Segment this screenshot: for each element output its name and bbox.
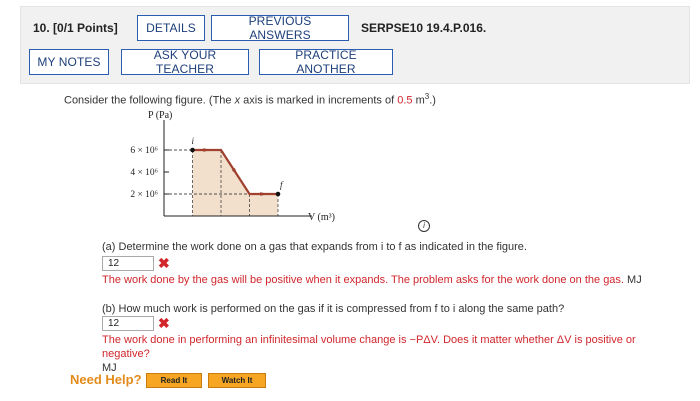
y-axis-label: P (Pa) <box>148 110 172 121</box>
point-i-label: i <box>192 136 195 146</box>
previous-answers-button[interactable]: PREVIOUS ANSWERS <box>211 14 349 42</box>
part-a-feedback: The work done by the gas will be positiv… <box>102 274 642 286</box>
part-b-feedback: The work done in performing an infinites… <box>102 334 636 374</box>
part-a-question: (a) Determine the work done on a gas tha… <box>102 241 527 253</box>
problem-code: SERPSE10 19.4.P.016. <box>361 21 487 35</box>
y-tick-label: 4 × 10⁶ <box>130 168 158 178</box>
question-number: 10. [0/1 Points] <box>33 21 118 35</box>
pv-diagram: P (Pa) 6 × 10⁶ 4 × 10⁶ 2 × 10⁶ V (m³) i f <box>130 110 335 223</box>
point-f-dot <box>275 191 281 197</box>
part-a-answer-input[interactable] <box>102 256 154 271</box>
x-axis-label: V (m³) <box>308 212 335 223</box>
incorrect-x-icon: ✖ <box>158 315 170 331</box>
point-i-dot <box>190 147 195 153</box>
y-tick-label: 2 × 10⁶ <box>130 190 158 200</box>
question-header: 10. [0/1 Points] DETAILS PREVIOUS ANSWER… <box>20 6 690 84</box>
info-icon[interactable]: i <box>418 220 430 232</box>
need-help-label: Need Help? <box>70 372 142 387</box>
details-button[interactable]: DETAILS <box>137 15 205 41</box>
pv-plot: 6 × 10⁶ 4 × 10⁶ 2 × 10⁶ V (m³) i f <box>130 120 335 223</box>
practice-another-button[interactable]: PRACTICE ANOTHER <box>259 48 393 76</box>
y-tick-label: 6 × 10⁶ <box>130 146 158 156</box>
my-notes-button[interactable]: MY NOTES <box>29 49 109 75</box>
read-it-button[interactable]: Read It <box>146 373 202 388</box>
work-area <box>192 150 278 216</box>
watch-it-button[interactable]: Watch It <box>208 373 266 388</box>
incorrect-x-icon: ✖ <box>158 255 170 271</box>
ask-your-teacher-button[interactable]: ASK YOUR TEACHER <box>121 48 249 76</box>
point-f-label: f <box>280 180 284 190</box>
part-b-answer-input[interactable] <box>102 316 154 331</box>
part-b-question: (b) How much work is performed on the ga… <box>102 303 565 315</box>
